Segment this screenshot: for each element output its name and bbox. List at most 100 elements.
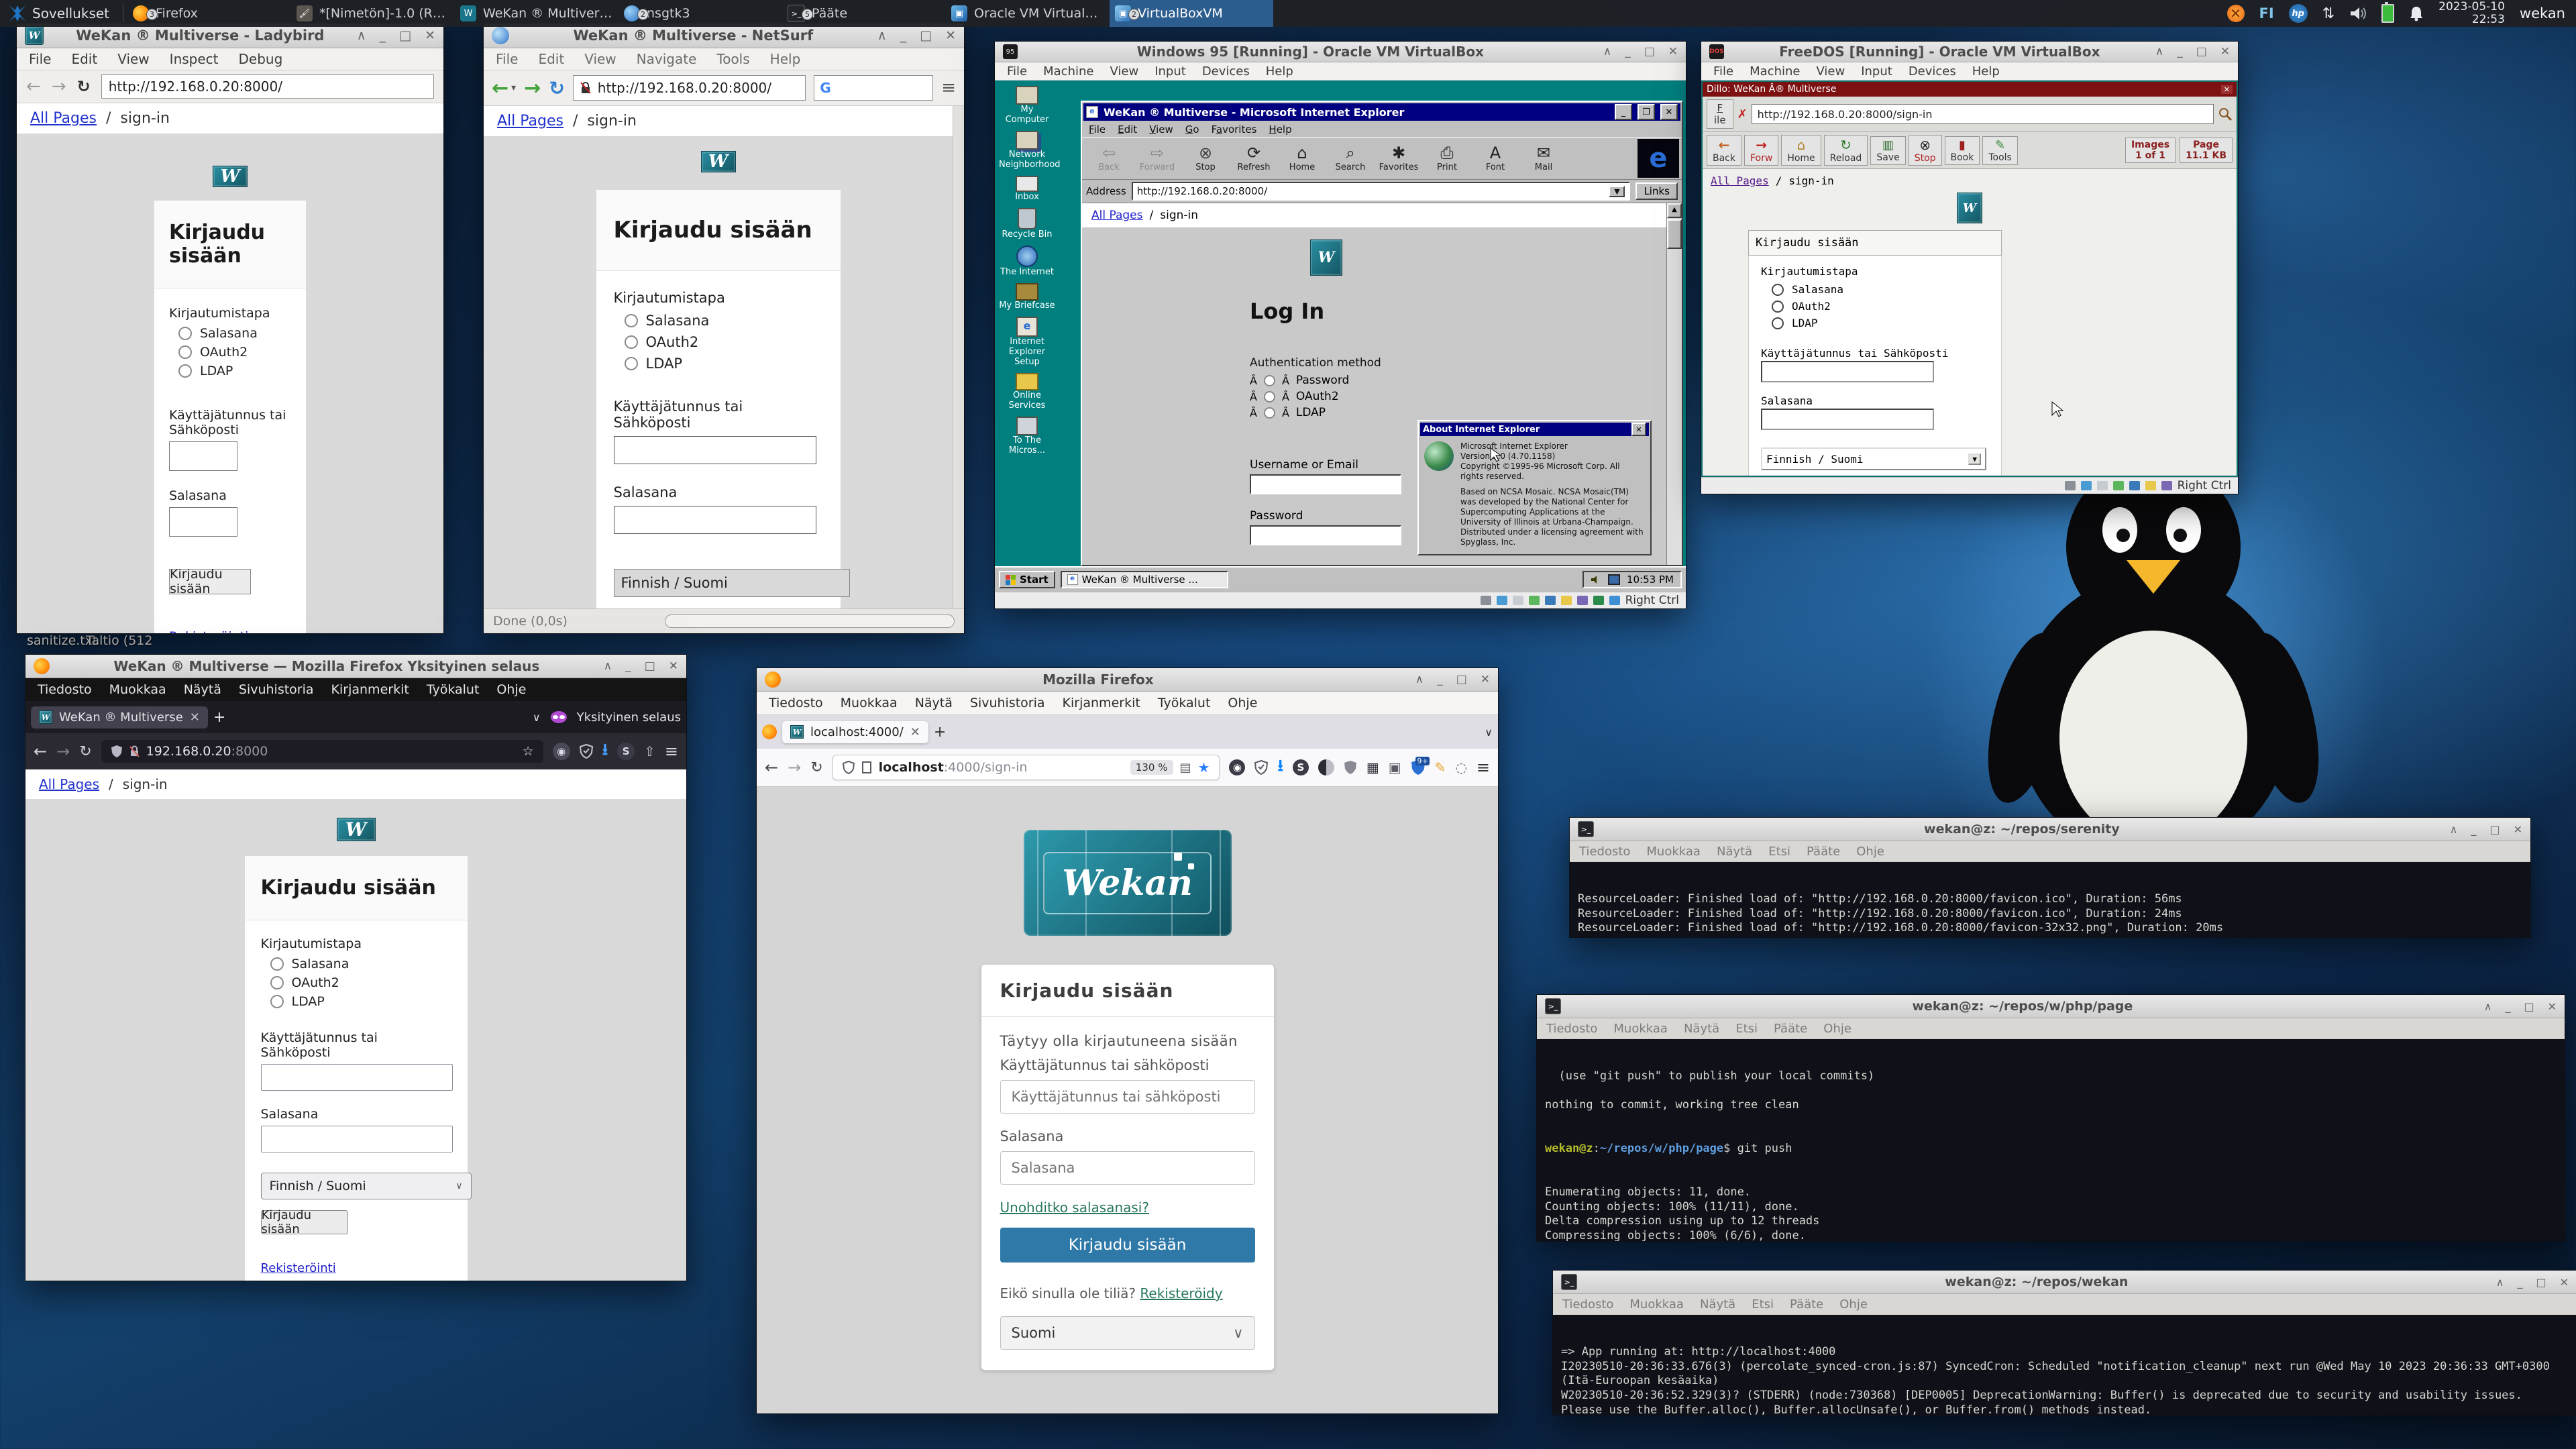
titlebar[interactable]: >_ wekan@z: ~/repos/w/php/page ∧_□✕ <box>1537 995 2565 1018</box>
about-titlebar[interactable]: About Internet Explorer ✕ <box>1420 423 1649 436</box>
menu-tiedosto[interactable]: Tiedosto <box>1562 1295 1613 1313</box>
ext-s-icon[interactable]: S <box>617 743 635 760</box>
ie-forward-button[interactable]: ⇨Forward <box>1133 145 1181 172</box>
shared-folders-status-icon[interactable] <box>2145 481 2156 490</box>
url-input[interactable] <box>101 74 434 99</box>
minimize-button[interactable]: _ <box>1625 45 1631 58</box>
terminal-output[interactable]: ResourceLoader: Finished load of: "http:… <box>1570 862 2530 937</box>
maximize-button[interactable]: □ <box>645 659 655 673</box>
password-input[interactable] <box>1000 1151 1255 1185</box>
ie-favorites-button[interactable]: ✱Favorites <box>1375 145 1423 172</box>
menu-ohje[interactable]: Ohje <box>1823 1020 1851 1038</box>
list-tabs-icon[interactable]: ∨ <box>533 711 541 724</box>
vbox-tray-icon[interactable]: ✕ <box>2227 5 2245 22</box>
ie-back-button[interactable]: ⇦Back <box>1085 145 1133 172</box>
maximize-button[interactable]: □ <box>1456 673 1467 686</box>
maximize-button[interactable]: □ <box>920 28 932 43</box>
close-button[interactable]: ✕ <box>2548 1000 2557 1013</box>
menu-nayta[interactable]: Näytä <box>1717 843 1752 861</box>
back-icon[interactable]: ← <box>26 76 41 97</box>
task-firefox[interactable]: 3 Firefox <box>127 0 291 27</box>
share-icon[interactable]: ⇧ <box>644 743 655 759</box>
language-select[interactable]: Finnish / Suomi ▼ <box>1761 447 1986 470</box>
radio-ldap[interactable] <box>1264 407 1275 419</box>
signin-button[interactable]: Kirjaudu sisään <box>169 569 251 594</box>
links-button[interactable]: Links <box>1635 182 1678 200</box>
task-wekan-ladybird[interactable]: W WeKan ® Multiverse - L... <box>455 0 619 27</box>
task-nsgtk3[interactable]: 2 nsgtk3 <box>619 0 782 27</box>
breadcrumb-all-pages-link[interactable]: All Pages <box>39 776 99 792</box>
hdd-status-icon[interactable] <box>2065 481 2076 490</box>
reader-mode-icon[interactable]: ▤ <box>1180 761 1191 775</box>
features-status-icon[interactable] <box>1593 596 1604 605</box>
menu-muokkaa[interactable]: Muokkaa <box>109 680 166 699</box>
menu-muokkaa[interactable]: Muokkaa <box>1629 1295 1684 1313</box>
fingerprint-ext-icon[interactable]: ◉ <box>1229 759 1245 775</box>
account-icon[interactable]: ◌ <box>1455 759 1466 775</box>
close-button[interactable]: ✕ <box>425 28 435 43</box>
app-menu-icon[interactable]: ≡ <box>665 742 678 761</box>
menu-debug[interactable]: Debug <box>239 49 283 69</box>
menu-view[interactable]: View <box>117 49 149 69</box>
desktop-icon-inbox[interactable]: Inbox <box>999 176 1055 202</box>
menu-tools[interactable]: Tools <box>716 49 749 69</box>
username-input[interactable] <box>1250 474 1401 494</box>
maximize-button[interactable]: □ <box>2489 823 2500 836</box>
bookmark-star-icon[interactable]: ☆ <box>523 744 534 759</box>
minimize-button[interactable]: _ <box>2471 823 2476 836</box>
close-button[interactable]: ✕ <box>2220 45 2230 58</box>
bookmarks-button[interactable]: ▮Book <box>1945 136 1980 165</box>
menu-devices[interactable]: Devices <box>1909 62 1956 80</box>
breadcrumb-all-pages-link[interactable]: All Pages <box>1711 174 1769 187</box>
menu-help[interactable]: Help <box>1266 62 1293 80</box>
minimize-button[interactable]: _ <box>2177 45 2183 58</box>
menu-tiedosto[interactable]: Tiedosto <box>1579 843 1630 861</box>
menu-nayta[interactable]: Näytä <box>915 694 953 712</box>
username-input[interactable] <box>1761 361 1934 382</box>
close-button[interactable]: ✕ <box>2560 1276 2569 1289</box>
pencil-ext-icon[interactable]: ✎ <box>1435 759 1446 775</box>
battery-icon[interactable] <box>2381 4 2394 23</box>
menu-edit[interactable]: Edit <box>538 49 564 69</box>
menu-help[interactable]: Help <box>1269 123 1291 136</box>
minimize-button[interactable]: _ <box>625 659 631 673</box>
ie-scrollbar[interactable]: ▲ <box>1666 203 1682 565</box>
desktop-icon-my-computer[interactable]: My Computer <box>999 86 1055 125</box>
menu-file[interactable]: File <box>1007 62 1027 80</box>
url-input[interactable]: http://192.168.0.20:8000/sign-in <box>1752 104 2214 124</box>
menu-tyokalut[interactable]: Työkalut <box>1158 694 1211 712</box>
search-icon[interactable] <box>2218 107 2233 121</box>
reload-button[interactable]: ↻Reload <box>1824 135 1868 166</box>
terminal-output[interactable]: (use "git push" to publish your local co… <box>1537 1039 2565 1241</box>
reload-icon[interactable]: ↻ <box>79 743 91 760</box>
display-status-icon[interactable] <box>1577 596 1588 605</box>
desktop-icon-online-services[interactable]: Online Services <box>999 373 1055 411</box>
minimize-button[interactable]: _ <box>900 28 907 43</box>
tab-wekan[interactable]: W WeKan ® Multiverse ✕ <box>31 706 208 729</box>
notification-bell-icon[interactable] <box>2409 5 2424 21</box>
menu-help[interactable]: Help <box>770 49 801 69</box>
menu-muokkaa[interactable]: Muokkaa <box>1646 843 1701 861</box>
menu-file[interactable]: File <box>496 49 518 69</box>
clear-url-icon[interactable]: ✗ <box>1737 107 1748 121</box>
app-menu-icon[interactable]: ≡ <box>1477 758 1490 777</box>
network-icon[interactable]: ⇅ <box>2322 5 2334 22</box>
card-ext-icon[interactable]: ▣ <box>1389 759 1401 775</box>
titlebar[interactable]: WeKan ® Multiverse — Mozilla Firefox Yks… <box>25 655 686 678</box>
fingerprint-ext-icon[interactable]: ◉ <box>553 743 570 760</box>
radio-salasana[interactable] <box>1772 284 1784 296</box>
radio-oauth2[interactable] <box>1772 301 1784 313</box>
menu-machine[interactable]: Machine <box>1043 62 1093 80</box>
maximize-button[interactable]: □ <box>2524 1000 2534 1013</box>
bitwarden-ext-icon[interactable]: 9+ <box>1411 759 1426 775</box>
applications-menu[interactable]: Sovellukset <box>0 0 119 27</box>
usb-status-icon[interactable] <box>1545 596 1556 605</box>
zoom-level-badge[interactable]: 130 % <box>1130 760 1173 775</box>
radio-ldap[interactable] <box>270 995 284 1008</box>
menu-kirjanmerkit[interactable]: Kirjanmerkit <box>1063 694 1140 712</box>
radio-password[interactable] <box>1264 375 1275 386</box>
radio-oauth2[interactable] <box>1264 391 1275 402</box>
shade-button[interactable]: ∧ <box>2155 45 2163 58</box>
radio-oauth2[interactable] <box>270 976 284 989</box>
language-select[interactable]: Finnish / Suomi ∨ <box>261 1173 472 1199</box>
